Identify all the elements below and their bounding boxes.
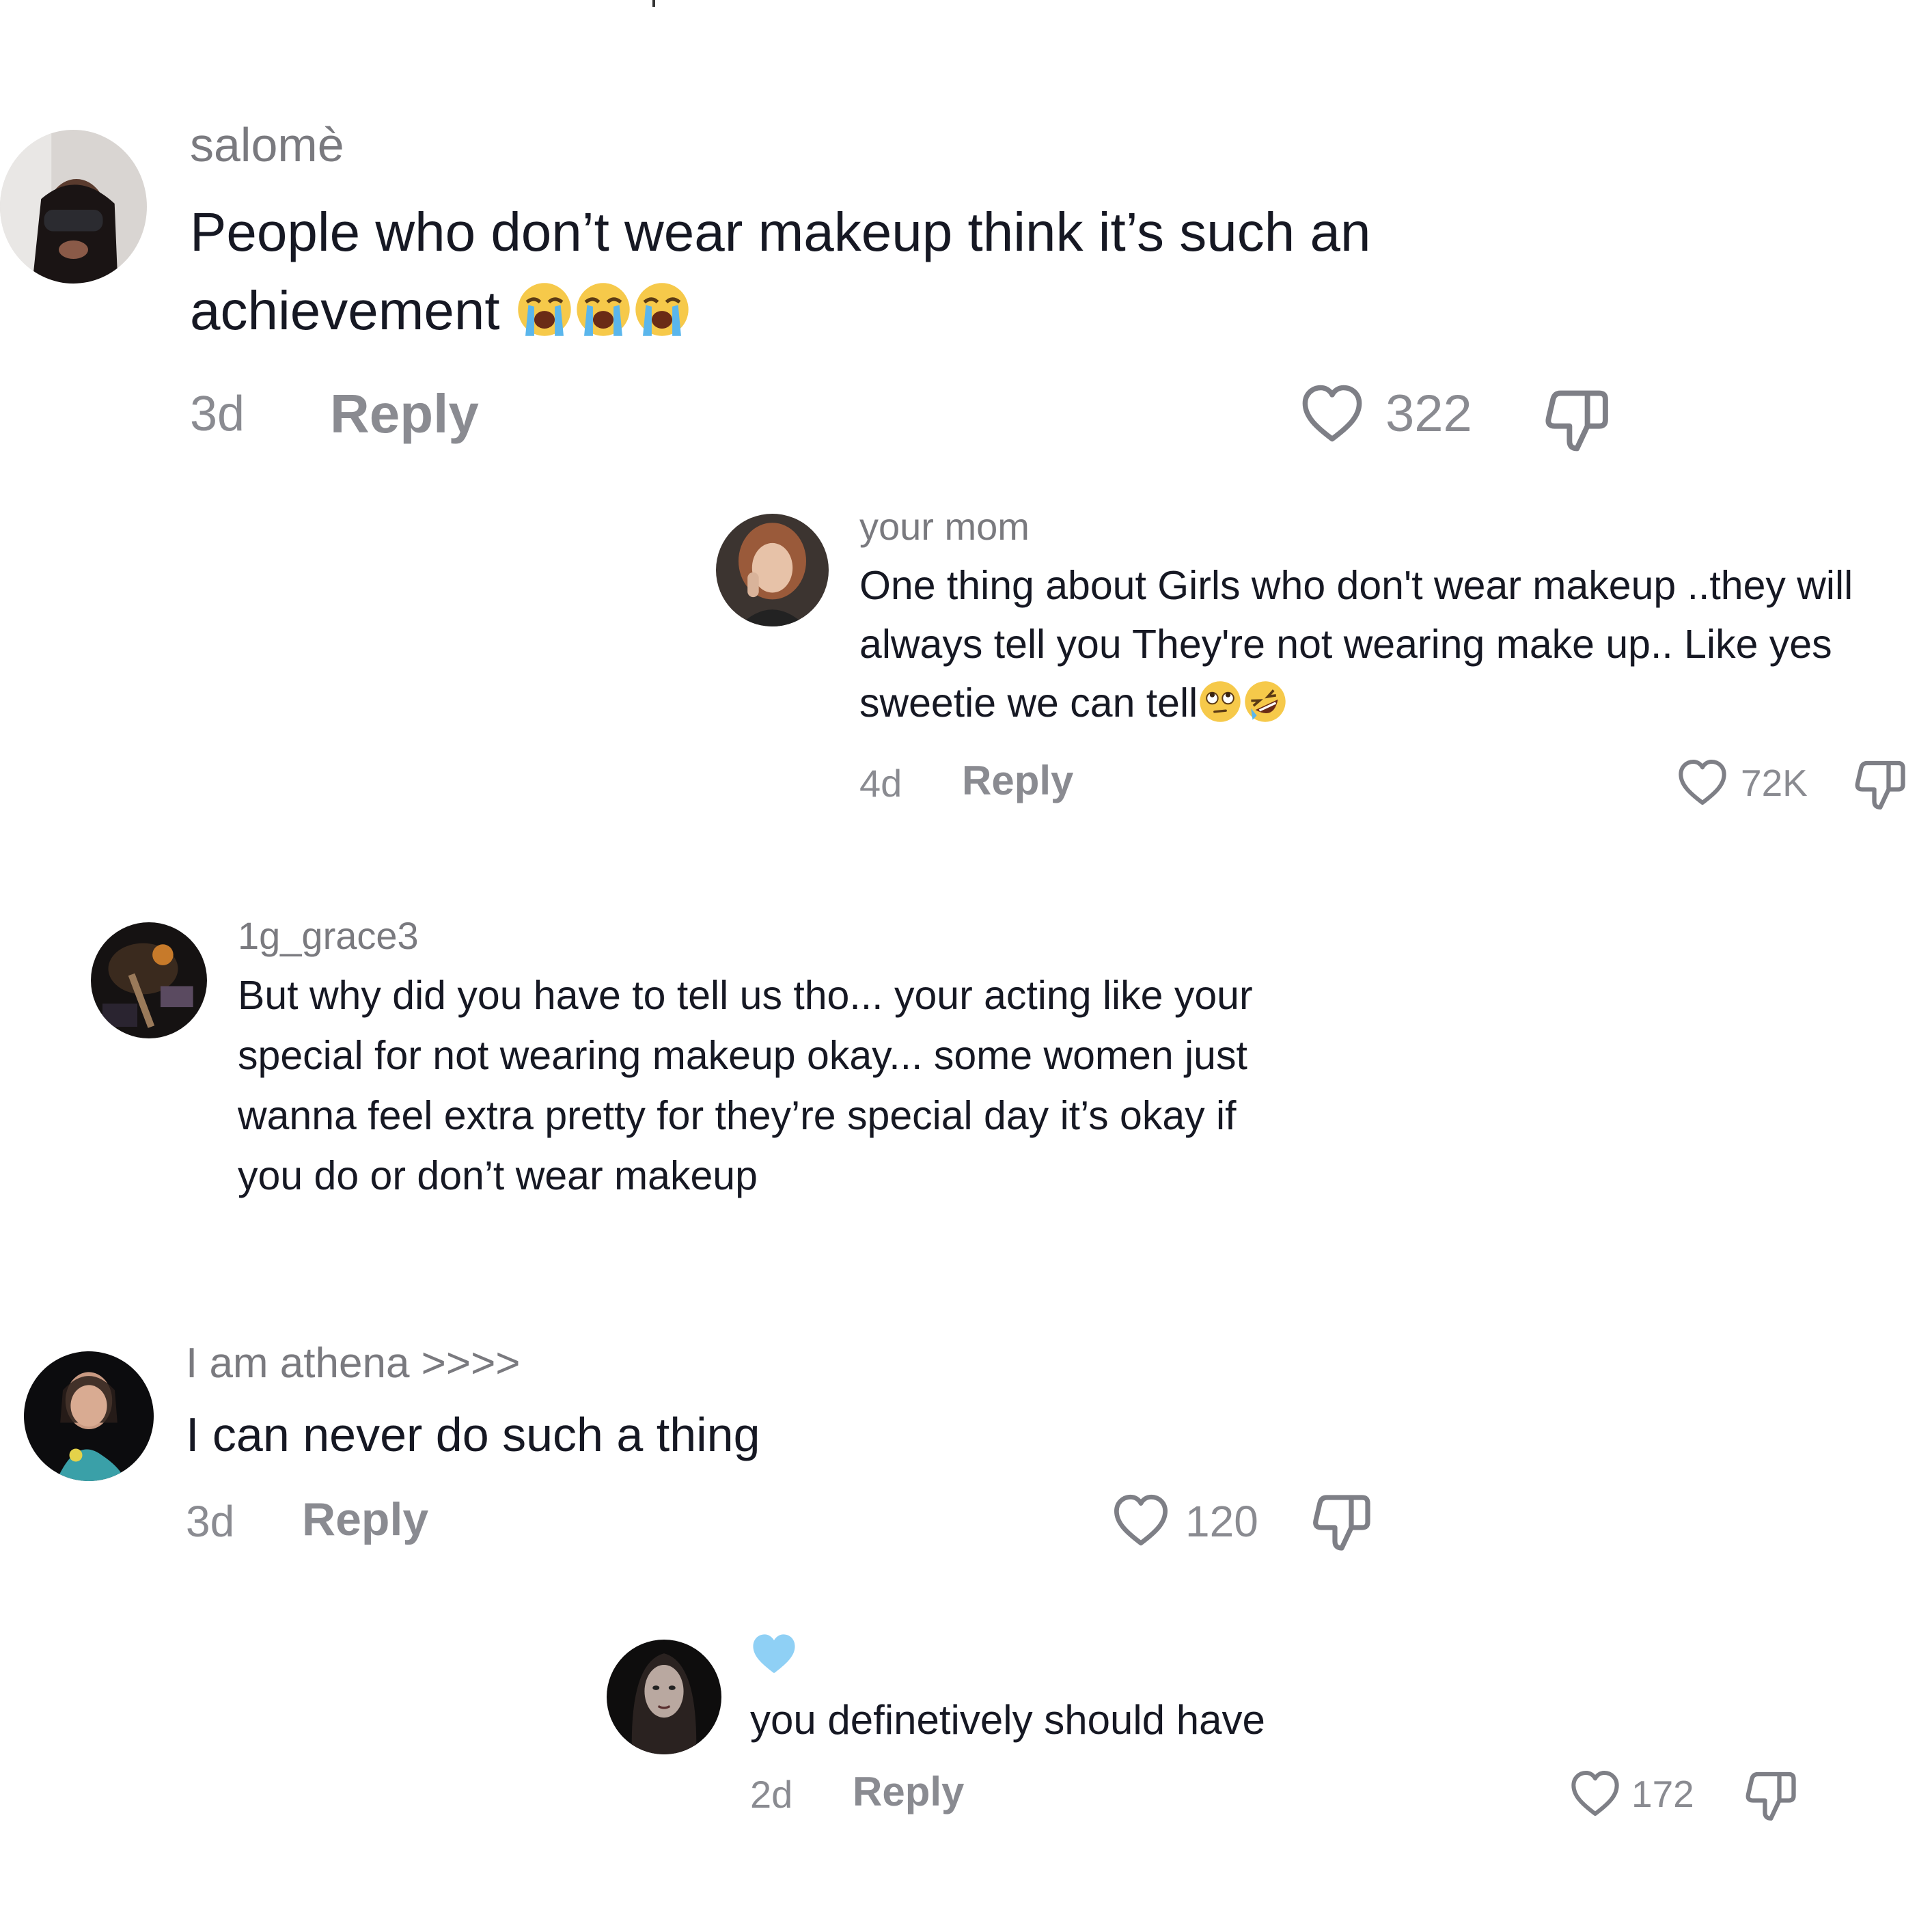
- reply-button[interactable]: Reply: [962, 757, 1073, 804]
- light-blue-heart-icon[interactable]: [750, 1631, 798, 1675]
- avatar[interactable]: [91, 922, 207, 1038]
- thumbs-down-icon[interactable]: [1310, 1487, 1376, 1552]
- like-count: 172: [1631, 1773, 1694, 1815]
- heart-icon[interactable]: [1298, 379, 1366, 447]
- comment-username[interactable]: salomè: [190, 118, 344, 172]
- thumbs-down-icon[interactable]: [1743, 1765, 1801, 1822]
- reply-button[interactable]: Reply: [330, 383, 479, 445]
- rolling-on-the-floor-laughing-icon: [1243, 679, 1288, 724]
- comment-age: 2d: [750, 1773, 793, 1816]
- comment-username[interactable]: 1g_grace3: [238, 913, 419, 958]
- comment-text-content: One thing about Girls who don't wear mak…: [859, 563, 1853, 726]
- loudly-crying-face-icon: [515, 280, 574, 339]
- avatar[interactable]: [716, 514, 829, 626]
- comment-username[interactable]: I am athena >>>>: [186, 1339, 521, 1388]
- comment-text: you definetively should have: [750, 1697, 1265, 1743]
- heart-icon[interactable]: [1675, 755, 1730, 810]
- comment-age: 3d: [190, 387, 245, 441]
- cropped-text-fragment: [652, 0, 655, 7]
- heart-icon[interactable]: [1568, 1766, 1623, 1821]
- avatar[interactable]: [24, 1351, 154, 1481]
- heart-icon[interactable]: [1110, 1489, 1172, 1551]
- thumbs-down-icon[interactable]: [1543, 381, 1614, 453]
- avatar[interactable]: [0, 130, 147, 284]
- thumbs-down-icon[interactable]: [1853, 754, 1910, 811]
- reply-button[interactable]: Reply: [853, 1768, 964, 1815]
- comment-text: One thing about Girls who don't wear mak…: [859, 556, 1915, 732]
- comment-text: People who don’t wear makeup think it’s …: [190, 193, 1488, 350]
- comment-text-content: People who don’t wear makeup think it’s …: [190, 202, 1371, 341]
- loudly-crying-face-icon: [574, 280, 633, 339]
- like-count: 120: [1185, 1497, 1258, 1546]
- comment-age: 3d: [186, 1497, 235, 1546]
- like-count: 72K: [1741, 762, 1808, 804]
- avatar[interactable]: [607, 1640, 721, 1754]
- comment-username[interactable]: your mom: [859, 504, 1030, 549]
- face-with-rolling-eyes-icon: [1198, 679, 1243, 724]
- loudly-crying-face-icon: [633, 280, 691, 339]
- reply-button[interactable]: Reply: [302, 1493, 428, 1546]
- like-count: 322: [1385, 385, 1472, 443]
- comment-text: But why did you have to tell us tho... y…: [238, 973, 1253, 1198]
- comment-age: 4d: [859, 762, 902, 805]
- comment-text: I can never do such a thing: [186, 1408, 760, 1461]
